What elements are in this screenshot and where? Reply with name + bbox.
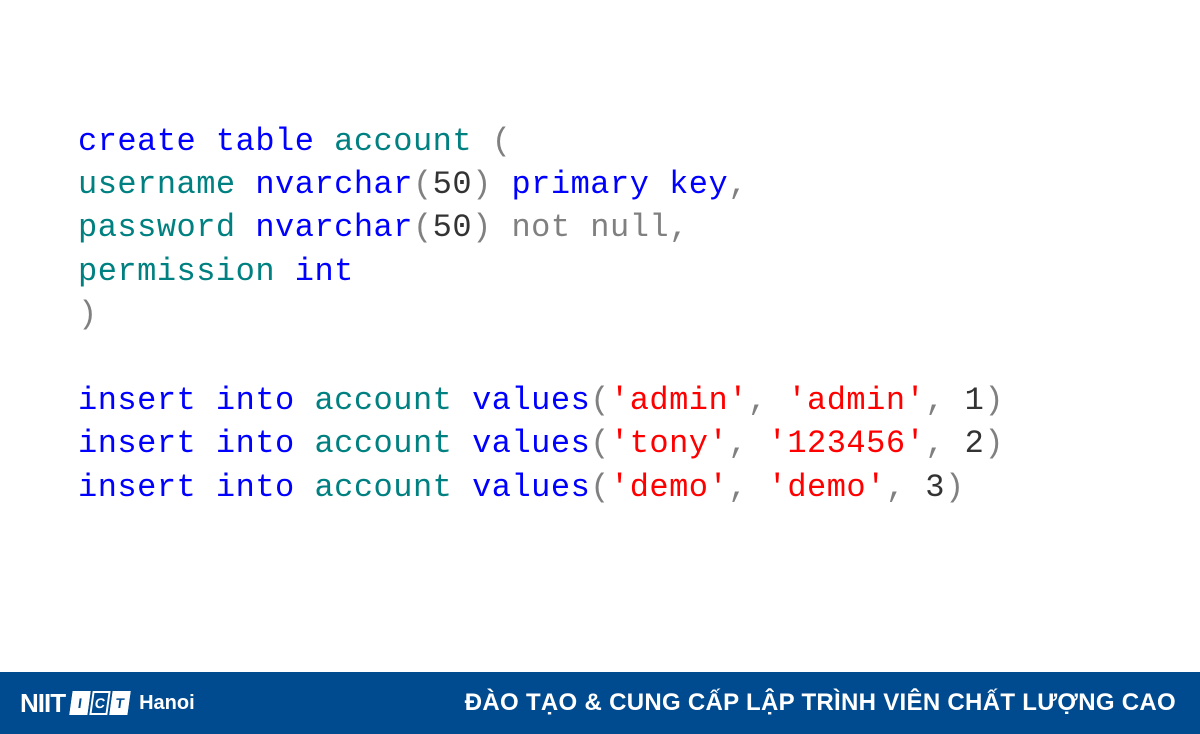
code-line-2: username nvarchar(50) primary key, <box>78 163 1200 206</box>
string-demo: 'demo' <box>610 469 728 506</box>
sql-code-block: create table account ( username nvarchar… <box>0 0 1200 509</box>
string-123456: '123456' <box>768 425 926 462</box>
keyword-insert: insert <box>78 382 196 419</box>
blank-line <box>78 336 1200 379</box>
keyword-insert: insert <box>78 425 196 462</box>
keyword-into: into <box>216 425 295 462</box>
size-50: 50 <box>433 209 472 246</box>
comma: , <box>886 469 906 506</box>
insert-line-3: insert into account values('demo', 'demo… <box>78 466 1200 509</box>
insert-line-1: insert into account values('admin', 'adm… <box>78 379 1200 422</box>
table-name: account <box>314 382 452 419</box>
logo-ict: I C T <box>71 691 129 715</box>
logo-hanoi-text: Hanoi <box>139 692 195 715</box>
footer-bar: NIIT I C T Hanoi ĐÀO TẠO & CUNG CẤP LẬP … <box>0 672 1200 734</box>
keyword-into: into <box>216 382 295 419</box>
code-line-4: permission int <box>78 250 1200 293</box>
type-int: int <box>295 253 354 290</box>
comma: , <box>925 382 945 419</box>
not-null: not null <box>511 209 669 246</box>
paren-close: ) <box>945 469 965 506</box>
paren-open: ( <box>413 209 433 246</box>
type-nvarchar: nvarchar <box>255 166 413 203</box>
paren-close: ) <box>78 296 98 333</box>
paren-close: ) <box>472 209 492 246</box>
slogan-text: ĐÀO TẠO & CUNG CẤP LẬP TRÌNH VIÊN CHẤT L… <box>465 689 1176 717</box>
paren-close: ) <box>472 166 492 203</box>
table-name: account <box>314 425 452 462</box>
comma: , <box>925 425 945 462</box>
comma: , <box>748 382 768 419</box>
column-password: password <box>78 209 236 246</box>
comma: , <box>728 425 748 462</box>
keyword-table: table <box>216 123 315 160</box>
string-admin: 'admin' <box>610 382 748 419</box>
keyword-insert: insert <box>78 469 196 506</box>
column-permission: permission <box>78 253 275 290</box>
keyword-into: into <box>216 469 295 506</box>
paren-open: ( <box>590 425 610 462</box>
code-line-5: ) <box>78 293 1200 336</box>
keyword-values: values <box>472 382 590 419</box>
keyword-values: values <box>472 425 590 462</box>
string-admin: 'admin' <box>787 382 925 419</box>
logo: NIIT I C T Hanoi <box>20 688 195 719</box>
type-nvarchar: nvarchar <box>255 209 413 246</box>
logo-niit-text: NIIT <box>20 688 65 719</box>
paren-open: ( <box>590 382 610 419</box>
string-demo: 'demo' <box>768 469 886 506</box>
code-line-3: password nvarchar(50) not null, <box>78 206 1200 249</box>
table-name: account <box>334 123 472 160</box>
size-50: 50 <box>433 166 472 203</box>
column-username: username <box>78 166 236 203</box>
comma: , <box>728 469 748 506</box>
comma: , <box>728 166 748 203</box>
ict-i: I <box>69 691 90 715</box>
keyword-values: values <box>472 469 590 506</box>
number-2: 2 <box>965 425 985 462</box>
paren-open: ( <box>413 166 433 203</box>
paren-open: ( <box>590 469 610 506</box>
keyword-create: create <box>78 123 196 160</box>
comma: , <box>669 209 689 246</box>
ict-t: T <box>109 691 130 715</box>
code-line-1: create table account ( <box>78 120 1200 163</box>
number-3: 3 <box>925 469 945 506</box>
number-1: 1 <box>965 382 985 419</box>
string-tony: 'tony' <box>610 425 728 462</box>
paren-close: ) <box>984 425 1004 462</box>
table-name: account <box>314 469 452 506</box>
paren-open: ( <box>492 123 512 160</box>
primary-key: primary key <box>511 166 728 203</box>
paren-close: ) <box>984 382 1004 419</box>
insert-line-2: insert into account values('tony', '1234… <box>78 422 1200 465</box>
ict-c: C <box>89 691 110 715</box>
